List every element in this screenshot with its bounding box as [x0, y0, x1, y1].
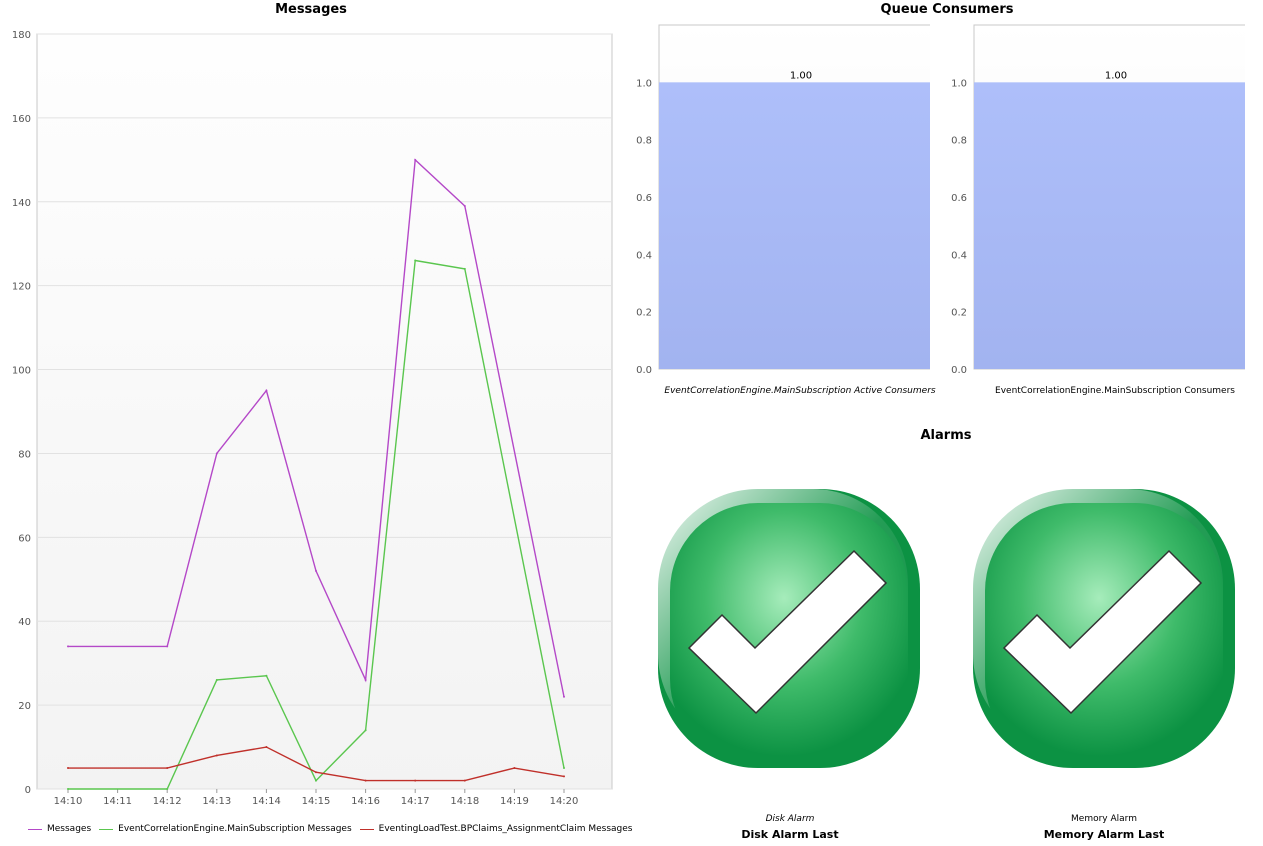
data-point [315, 569, 317, 572]
legend-swatch [28, 828, 42, 830]
bar-value-label: 1.00 [790, 70, 812, 81]
y-tick-label: 20 [18, 701, 31, 712]
legend-swatch [99, 828, 114, 830]
active-consumers-bar-chart: 0.0 0.2 0.4 0.6 0.8 1.0 1.00 [636, 24, 930, 376]
x-tick-label: 14:17 [401, 796, 430, 807]
queue-consumers-title: Queue Consumers [880, 2, 1014, 17]
bar-value-label: 1.00 [1105, 70, 1127, 81]
y-tick-label: 60 [18, 533, 31, 544]
data-point [563, 775, 565, 778]
data-point [67, 645, 69, 648]
legend-swatch [359, 828, 374, 830]
y-tick-label: 0.2 [951, 308, 967, 319]
x-tick-label: 14:11 [103, 796, 132, 807]
legend-item-main-subscription: EventCorrelationEngine.MainSubscription … [99, 824, 352, 834]
data-point [364, 729, 367, 732]
disk-alarm-title: Disk Alarm Last [741, 828, 839, 841]
y-tick-label: 0 [25, 785, 31, 796]
data-point [67, 767, 69, 770]
y-tick-label: 160 [12, 114, 31, 125]
x-tick-label: 14:14 [252, 796, 281, 807]
disk-alarm-caption: Disk Alarm [765, 814, 815, 824]
data-point [166, 767, 169, 770]
x-tick-label: 14:20 [550, 796, 579, 807]
data-point [563, 767, 565, 770]
consumers-caption: EventCorrelationEngine.MainSubscription … [995, 386, 1235, 396]
data-point [265, 746, 268, 749]
data-point [265, 389, 268, 392]
y-tick-label: 0.2 [636, 308, 652, 319]
memory-alarm-title: Memory Alarm Last [1043, 828, 1165, 841]
legend-label: EventingLoadTest.BPClaims_AssignmentClai… [378, 824, 633, 834]
data-point [215, 754, 218, 757]
data-point [414, 158, 417, 161]
legend-item-bpclaims: EventingLoadTest.BPClaims_AssignmentClai… [359, 824, 633, 834]
messages-chart-title: Messages [275, 2, 347, 17]
alarms-title: Alarms [920, 428, 972, 443]
disk-alarm-check-ok-icon [658, 489, 920, 768]
data-point [463, 779, 466, 782]
messages-line-chart: 0 20 40 60 80 100 120 140 160 180 14:10 14:11 14:12… [12, 30, 613, 807]
bar [974, 82, 1245, 370]
y-tick-label: 100 [12, 366, 31, 377]
x-tick-label: 14:18 [450, 796, 479, 807]
legend-label: Messages [47, 824, 92, 834]
plot-area [36, 33, 613, 790]
data-point [563, 695, 565, 698]
memory-alarm-check-ok-icon [973, 489, 1235, 768]
data-point [364, 779, 367, 782]
data-point [315, 771, 317, 774]
data-point [364, 678, 367, 681]
data-point [215, 452, 218, 455]
x-tick-label: 14:15 [302, 796, 331, 807]
y-tick-label: 180 [12, 30, 31, 41]
x-tick-label: 14:13 [202, 796, 231, 807]
y-tick-label: 0.8 [636, 136, 652, 147]
y-tick-label: 0.0 [951, 365, 967, 376]
x-tick-label: 14:16 [351, 796, 380, 807]
data-point [463, 267, 466, 270]
y-tick-label: 0.0 [636, 365, 652, 376]
y-tick-label: 0.6 [951, 193, 967, 204]
y-tick-label: 120 [12, 282, 31, 293]
memory-alarm-caption: Memory Alarm [1071, 814, 1137, 824]
data-point [315, 779, 317, 782]
data-point [414, 259, 417, 262]
data-point [67, 788, 69, 790]
x-tick-label: 14:19 [500, 796, 529, 807]
x-tick-label: 14:10 [54, 796, 83, 807]
data-point [265, 674, 268, 677]
y-tick-label: 80 [18, 449, 31, 460]
chart-legend: Messages EventCorrelationEngine.MainSubs… [28, 824, 640, 834]
y-tick-label: 1.0 [636, 78, 652, 89]
y-tick-label: 0.8 [951, 136, 967, 147]
data-point [513, 767, 516, 770]
y-tick-label: 1.0 [951, 78, 967, 89]
x-tick-label: 14:12 [153, 796, 182, 807]
active-consumers-caption: EventCorrelationEngine.MainSubscription … [664, 386, 936, 396]
data-point [166, 645, 169, 648]
legend-label: EventCorrelationEngine.MainSubscription … [118, 824, 352, 834]
bar [659, 82, 930, 370]
y-tick-label: 0.6 [636, 193, 652, 204]
data-point [463, 204, 466, 207]
legend-item-messages: Messages [28, 824, 91, 834]
y-tick-label: 140 [12, 198, 31, 209]
data-point [215, 678, 218, 681]
y-tick-label: 0.4 [636, 250, 652, 261]
data-point [414, 779, 417, 782]
data-point [166, 788, 169, 790]
consumers-bar-chart: 0.0 0.2 0.4 0.6 0.8 1.0 1.00 [951, 24, 1245, 376]
y-tick-label: 40 [18, 617, 31, 628]
y-tick-label: 0.4 [951, 250, 967, 261]
